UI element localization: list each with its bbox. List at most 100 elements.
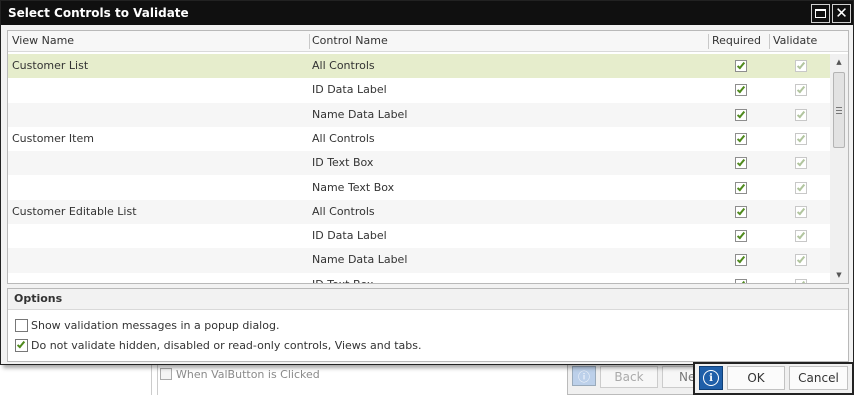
required-checkbox[interactable] — [735, 157, 747, 170]
check-icon — [796, 206, 806, 216]
skip-hidden-checkbox[interactable] — [15, 338, 28, 352]
check-icon — [796, 60, 806, 70]
controls-grid: View Name Control Name Required Validate… — [7, 30, 849, 284]
control-name-cell: ID Text Box — [312, 273, 373, 283]
options-header: Options — [8, 289, 848, 310]
ok-button[interactable]: OK — [727, 366, 785, 390]
validate-checkbox — [795, 84, 807, 97]
control-name-cell: ID Text Box — [312, 156, 374, 170]
required-checkbox[interactable] — [735, 205, 747, 218]
table-row[interactable]: Name Data Label — [8, 248, 830, 273]
control-name-cell: All Controls — [312, 59, 375, 72]
table-row[interactable]: Name Data Label — [8, 102, 830, 127]
dialog-footer: i OK Cancel — [693, 362, 854, 395]
info-button[interactable]: i — [699, 366, 723, 390]
required-checkbox[interactable] — [735, 278, 747, 283]
show-popup-checkbox[interactable] — [15, 318, 28, 332]
close-button[interactable]: ✕ — [832, 3, 851, 23]
info-icon: i — [703, 370, 719, 386]
required-checkbox[interactable] — [735, 108, 747, 121]
check-icon — [736, 109, 746, 118]
check-icon — [16, 339, 26, 348]
close-icon: ✕ — [835, 3, 848, 22]
validate-checkbox — [795, 157, 807, 170]
table-row[interactable]: Name Text Box — [8, 176, 830, 200]
table-row[interactable]: ID Text Box — [8, 273, 830, 283]
option-skip-hidden[interactable]: Do not validate hidden, disabled or read… — [15, 337, 422, 353]
check-icon — [736, 133, 746, 143]
check-icon — [736, 206, 746, 216]
maximize-icon — [815, 8, 826, 18]
check-icon — [736, 182, 746, 191]
skip-hidden-label: Do not validate hidden, disabled or read… — [31, 338, 422, 352]
dialog-title-bar: Select Controls to Validate ✕ — [1, 1, 853, 25]
view-name-cell: Customer Editable List — [12, 204, 137, 218]
control-name-cell: All Controls — [312, 131, 375, 145]
background-divider — [152, 360, 158, 395]
maximize-button[interactable] — [811, 3, 830, 23]
required-checkbox[interactable] — [735, 181, 747, 194]
validate-checkbox — [795, 132, 807, 145]
column-view-name[interactable]: View Name — [8, 31, 308, 52]
column-required[interactable]: Required — [708, 31, 768, 52]
check-icon — [796, 230, 806, 240]
required-checkbox[interactable] — [735, 132, 747, 145]
validate-checkbox — [795, 230, 807, 243]
cancel-button[interactable]: Cancel — [789, 366, 848, 390]
scroll-up-arrow-icon[interactable]: ▲ — [830, 54, 848, 70]
grip-icon — [836, 106, 842, 114]
check-icon — [796, 157, 806, 167]
background-event-item: When ValButton is Clicked — [160, 366, 320, 382]
check-icon — [736, 84, 746, 94]
view-name-cell: Customer Item — [12, 131, 94, 145]
check-icon — [736, 157, 746, 167]
grid-rows: Customer List All Controls ID Data Label… — [8, 54, 830, 283]
control-name-cell: All Controls — [312, 204, 375, 218]
grid-header: View Name Control Name Required Validate — [8, 31, 848, 52]
check-icon — [796, 84, 806, 94]
check-icon — [736, 255, 746, 264]
control-name-cell: ID Data Label — [312, 229, 387, 243]
control-name-cell: ID Data Label — [312, 83, 387, 97]
validate-checkbox — [795, 60, 807, 72]
scroll-thumb[interactable] — [833, 72, 845, 148]
table-row[interactable]: Customer List All Controls — [8, 54, 830, 79]
validate-checkbox — [795, 254, 807, 267]
check-icon — [736, 60, 746, 70]
table-row[interactable]: ID Data Label — [8, 78, 830, 102]
table-row[interactable]: ID Text Box — [8, 151, 830, 176]
control-name-cell: Name Data Label — [312, 107, 408, 121]
table-row[interactable]: ID Data Label — [8, 224, 830, 248]
select-controls-dialog: Select Controls to Validate ✕ View Name … — [0, 0, 854, 365]
scroll-down-arrow-icon[interactable]: ▼ — [830, 267, 848, 283]
column-control-name[interactable]: Control Name — [308, 31, 708, 52]
option-show-popup[interactable]: Show validation messages in a popup dial… — [15, 317, 279, 333]
check-icon — [736, 230, 746, 240]
required-checkbox[interactable] — [735, 230, 747, 243]
required-checkbox[interactable] — [735, 60, 747, 72]
background-back-button: Back — [600, 366, 658, 388]
required-checkbox[interactable] — [735, 254, 747, 267]
control-name-cell: Name Text Box — [312, 180, 395, 194]
validate-checkbox — [795, 108, 807, 121]
check-icon — [796, 109, 806, 118]
check-icon — [796, 279, 806, 283]
validate-checkbox — [795, 181, 807, 194]
table-row[interactable]: Customer Editable List All Controls — [8, 199, 830, 225]
document-icon — [160, 368, 172, 380]
required-checkbox[interactable] — [735, 84, 747, 97]
view-name-cell: Customer List — [12, 59, 89, 72]
show-popup-label: Show validation messages in a popup dial… — [31, 318, 280, 332]
table-row[interactable]: Customer Item All Controls — [8, 127, 830, 151]
options-panel: Options Show validation messages in a po… — [7, 288, 849, 362]
background-left-panel — [0, 360, 152, 395]
check-icon — [796, 182, 806, 191]
check-icon — [736, 279, 746, 283]
column-validate[interactable]: Validate — [769, 31, 829, 52]
validate-checkbox — [795, 205, 807, 218]
background-event-label: When ValButton is Clicked — [176, 367, 320, 381]
control-name-cell: Name Data Label — [312, 253, 408, 267]
background-info-icon: ⓘ — [572, 366, 596, 386]
dialog-title: Select Controls to Validate — [8, 6, 189, 20]
grid-scrollbar[interactable]: ▲ ▼ — [830, 54, 848, 283]
